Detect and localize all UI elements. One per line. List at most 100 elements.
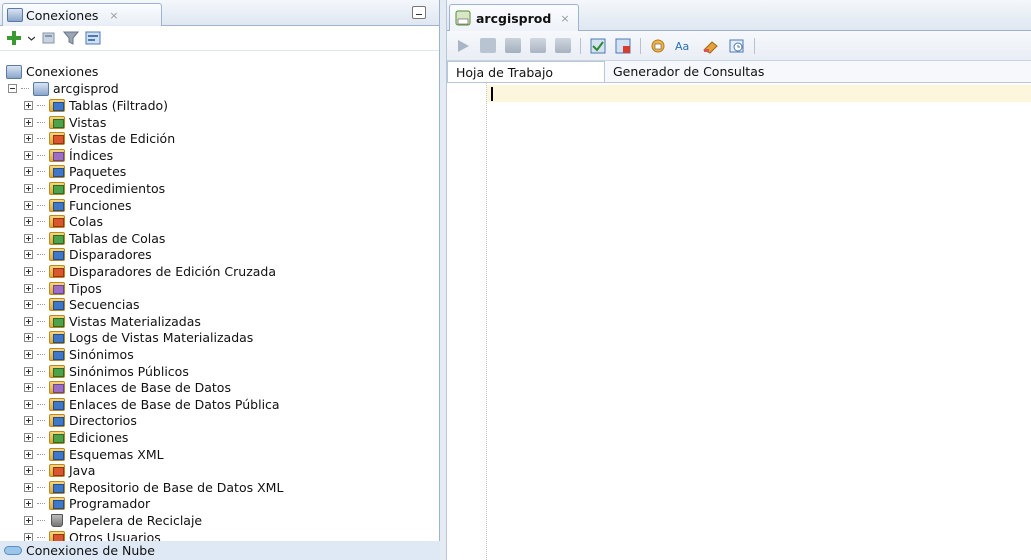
tree-item[interactable]: Tablas (Filtrado) <box>24 97 168 114</box>
expand-icon[interactable] <box>24 433 33 442</box>
expand-icon[interactable] <box>24 217 33 227</box>
expand-icon[interactable] <box>24 482 33 492</box>
expand-icon[interactable] <box>24 117 33 127</box>
editor-tab-arcgisprod[interactable]: arcgisprod × <box>449 4 579 31</box>
tree-item[interactable]: Colas <box>24 213 103 230</box>
current-line-highlight <box>487 85 1031 102</box>
tree-item[interactable]: Directorios <box>24 412 137 429</box>
filter-icon[interactable] <box>63 30 79 46</box>
tab-worksheet[interactable]: Hoja de Trabajo <box>447 61 605 82</box>
run-script-icon[interactable] <box>480 38 496 53</box>
autotrace-icon[interactable] <box>505 38 521 53</box>
expand-icon[interactable] <box>24 134 33 144</box>
sql-tuning-icon[interactable] <box>555 38 571 53</box>
run-statement-icon[interactable] <box>455 38 471 54</box>
tree-connector <box>37 337 45 339</box>
format-case-icon[interactable]: Aa <box>675 38 693 54</box>
tree-connector <box>37 171 45 173</box>
commit-icon[interactable] <box>590 38 606 54</box>
expand-icon[interactable] <box>24 466 33 476</box>
expand-icon[interactable] <box>24 184 33 193</box>
tree-item-label: Sinónimos <box>69 347 134 362</box>
db-links-folder-icon <box>49 381 65 395</box>
close-icon[interactable]: × <box>560 12 569 25</box>
tree-item[interactable]: Esquemas XML <box>24 446 164 463</box>
clear-eraser-icon[interactable] <box>702 38 720 54</box>
expand-icon[interactable] <box>24 283 33 293</box>
expand-icon[interactable] <box>24 499 33 509</box>
expand-icon[interactable] <box>24 350 33 359</box>
unshared-sql-icon[interactable] <box>650 38 666 54</box>
tree-item[interactable]: Secuencias <box>24 296 140 313</box>
tree-item[interactable]: Vistas <box>24 114 106 131</box>
tree-item[interactable]: Procedimientos <box>24 180 165 197</box>
expand-icon[interactable] <box>24 233 33 243</box>
expand-icon[interactable] <box>24 366 33 376</box>
connections-tab-label: Conexiones <box>26 7 99 23</box>
new-connection-icon[interactable] <box>6 30 22 46</box>
tree-connector <box>37 271 45 272</box>
tab-query-builder[interactable]: Generador de Consultas <box>605 61 772 82</box>
tree-item-label: Vistas <box>69 114 107 130</box>
expand-icon[interactable] <box>24 250 33 260</box>
expand-icon[interactable] <box>24 333 33 343</box>
sequences-folder-icon <box>49 298 65 312</box>
minimize-button[interactable] <box>412 6 426 19</box>
tree-item[interactable]: Vistas de Edición <box>24 130 175 147</box>
expand-icon[interactable] <box>24 399 33 409</box>
database-connection-icon <box>33 81 49 96</box>
chevron-down-icon[interactable] <box>28 30 35 46</box>
panel-divider[interactable] <box>440 0 447 560</box>
tree-item[interactable]: Tipos <box>24 280 102 297</box>
tree-connector <box>37 403 45 405</box>
tree-item[interactable]: Tablas de Colas <box>24 230 165 247</box>
expand-icon[interactable] <box>24 200 33 210</box>
tree-item-label: Disparadores <box>69 247 152 263</box>
sql-editor[interactable] <box>447 83 1031 560</box>
collapse-icon[interactable] <box>8 84 17 93</box>
expand-icon[interactable] <box>24 449 33 459</box>
expand-icon[interactable] <box>24 383 33 393</box>
expand-icon[interactable] <box>24 516 33 525</box>
tree-item[interactable]: Enlaces de Base de Datos Pública <box>24 396 280 413</box>
tree-item[interactable]: Funciones <box>24 197 131 214</box>
expand-icon[interactable] <box>24 316 33 326</box>
tree-item[interactable]: Disparadores de Edición Cruzada <box>24 263 276 280</box>
expand-icon[interactable] <box>24 416 33 426</box>
expand-icon[interactable] <box>24 150 33 160</box>
tree-root-connections[interactable]: Conexiones <box>6 63 98 80</box>
tree-item[interactable]: Índices <box>24 147 113 164</box>
tree-item[interactable]: Sinónimos <box>24 346 134 363</box>
tree-connector <box>37 237 45 239</box>
schema-browser-icon[interactable] <box>85 30 101 46</box>
tree-item[interactable]: Java <box>24 462 95 479</box>
rollback-icon[interactable] <box>615 38 631 54</box>
tree-item[interactable]: Enlaces de Base de Datos <box>24 379 231 396</box>
expand-icon[interactable] <box>24 300 33 310</box>
tree-item[interactable]: Disparadores <box>24 246 152 263</box>
tree-connector <box>37 320 45 322</box>
tree-item[interactable]: Logs de Vistas Materializadas <box>24 329 253 346</box>
tree-connector <box>37 520 45 521</box>
close-icon[interactable]: × <box>109 9 118 22</box>
tree-item[interactable]: Programador <box>24 495 150 512</box>
connections-icon <box>6 64 22 79</box>
tree-cloud-connections[interactable]: Conexiones de Nube <box>0 541 440 560</box>
tree-connection-arcgisprod[interactable]: arcgisprod <box>8 80 119 97</box>
explain-plan-icon[interactable] <box>530 38 546 53</box>
connections-icon <box>7 8 23 22</box>
tree-item-label: Funciones <box>69 197 132 213</box>
tree-item[interactable]: Vistas Materializadas <box>24 313 201 330</box>
history-icon[interactable] <box>729 38 745 54</box>
tree-item[interactable]: Sinónimos Públicos <box>24 363 189 380</box>
worksheet-subtabs: Hoja de Trabajo Generador de Consultas <box>447 61 1031 83</box>
expand-icon[interactable] <box>24 267 33 276</box>
tree-item[interactable]: Paquetes <box>24 163 126 180</box>
connections-tab[interactable]: Conexiones × <box>2 3 162 26</box>
expand-icon[interactable] <box>24 167 33 177</box>
tree-item[interactable]: Ediciones <box>24 429 128 446</box>
refresh-icon[interactable] <box>41 30 57 46</box>
tree-item[interactable]: Papelera de Reciclaje <box>24 512 202 529</box>
tree-item[interactable]: Repositorio de Base de Datos XML <box>24 479 283 496</box>
expand-icon[interactable] <box>24 101 33 110</box>
